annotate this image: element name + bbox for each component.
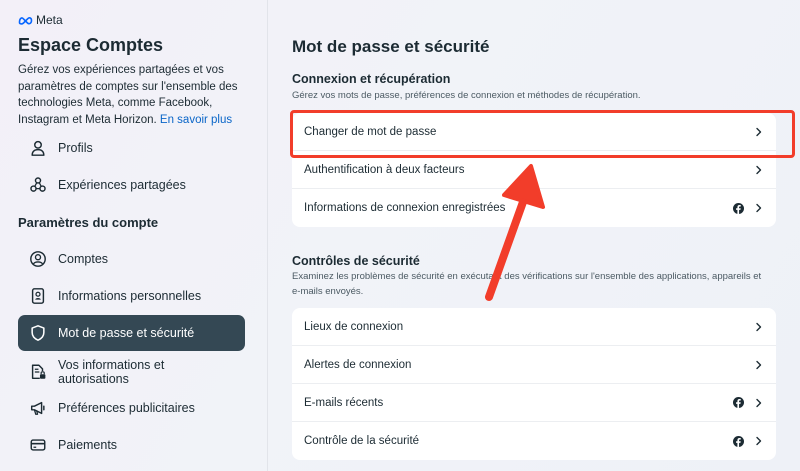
- saved-login-info-row[interactable]: Informations de connexion enregistrées: [292, 189, 776, 227]
- account-circle-icon: [18, 250, 58, 268]
- credit-card-icon: [18, 436, 58, 454]
- sidebar-item-vos-informations-et-autorisations[interactable]: Vos informations et autorisations: [18, 352, 245, 392]
- row-label: E-mails récents: [304, 396, 384, 409]
- meta-infinity-icon: [18, 16, 33, 25]
- sidebar-item-mot-de-passe-et-securite[interactable]: Mot de passe et sécurité: [18, 315, 245, 351]
- megaphone-icon: [18, 399, 58, 417]
- section-description-connexion: Gérez vos mots de passe, préférences de …: [292, 90, 641, 101]
- two-factor-auth-row[interactable]: Authentification à deux facteurs: [292, 151, 776, 189]
- sidebar-title: Espace Comptes: [18, 35, 164, 55]
- facebook-icon: [733, 435, 744, 447]
- id-card-icon: [18, 287, 58, 305]
- connexion-card: Changer de mot de passe Authentification…: [292, 113, 776, 227]
- shared-experiences-icon: [18, 176, 58, 194]
- row-label: Alertes de connexion: [304, 358, 412, 371]
- sidebar-item-label: Comptes: [58, 252, 109, 266]
- facebook-icon: [733, 397, 744, 408]
- sidebar-item-label: Préférences publicitaires: [58, 401, 195, 415]
- login-locations-row[interactable]: Lieux de connexion: [292, 308, 776, 346]
- sidebar-item-label: Informations personnelles: [58, 289, 202, 303]
- row-label: Informations de connexion enregistrées: [304, 202, 506, 214]
- sidebar-item-label: Mot de passe et sécurité: [58, 326, 195, 340]
- chevron-right-icon: [754, 436, 764, 446]
- row-label: Authentification à deux facteurs: [304, 163, 465, 176]
- security-controls-card: Lieux de connexion Alertes de connexion …: [292, 308, 776, 460]
- meta-logo[interactable]: Meta: [18, 13, 63, 27]
- recent-emails-row[interactable]: E-mails récents: [292, 384, 776, 422]
- section-title-securite: Contrôles de sécurité: [292, 254, 420, 268]
- chevron-right-icon: [754, 165, 764, 175]
- sidebar-item-profils[interactable]: Profils: [18, 130, 245, 166]
- row-label: Lieux de connexion: [304, 320, 404, 333]
- section-description-securite: Examinez les problèmes de sécurité en ex…: [292, 271, 762, 297]
- sidebar-item-label: Vos informations et autorisations: [58, 358, 165, 386]
- sidebar-item-informations-personnelles[interactable]: Informations personnelles: [18, 278, 245, 314]
- sidebar-item-paiements[interactable]: Paiements: [18, 427, 245, 463]
- chevron-right-icon: [754, 360, 764, 370]
- chevron-right-icon: [754, 398, 764, 408]
- row-label: Changer de mot de passe: [304, 125, 437, 138]
- page-title: Mot de passe et sécurité: [292, 37, 490, 56]
- sidebar-item-experiences-partagees[interactable]: Expériences partagées: [18, 167, 245, 203]
- document-lock-icon: [18, 363, 58, 381]
- facebook-icon: [733, 202, 744, 214]
- sidebar-item-comptes[interactable]: Comptes: [18, 241, 245, 277]
- account-settings-heading: Paramètres du compte: [18, 215, 159, 230]
- shield-icon: [18, 324, 58, 342]
- learn-more-link[interactable]: En savoir plus: [160, 114, 232, 126]
- meta-logo-text: Meta: [36, 13, 63, 27]
- chevron-right-icon: [754, 322, 764, 332]
- sidebar-item-label: Paiements: [58, 438, 118, 452]
- security-checkup-row[interactable]: Contrôle de la sécurité: [292, 422, 776, 460]
- section-title-connexion: Connexion et récupération: [292, 72, 451, 86]
- login-alerts-row[interactable]: Alertes de connexion: [292, 346, 776, 384]
- sidebar-item-label: Expériences partagées: [58, 178, 186, 192]
- user-icon: [18, 139, 58, 157]
- chevron-right-icon: [754, 127, 764, 137]
- change-password-row[interactable]: Changer de mot de passe: [292, 113, 776, 151]
- chevron-right-icon: [754, 203, 764, 213]
- sidebar: Meta Espace Comptes Gérez vos expérience…: [0, 0, 268, 471]
- sidebar-description: Gérez vos expériences partagées et vos p…: [18, 62, 246, 128]
- sidebar-item-label: Profils: [58, 141, 93, 155]
- sidebar-item-preferences-publicitaires[interactable]: Préférences publicitaires: [18, 390, 245, 426]
- row-label: Contrôle de la sécurité: [304, 435, 420, 447]
